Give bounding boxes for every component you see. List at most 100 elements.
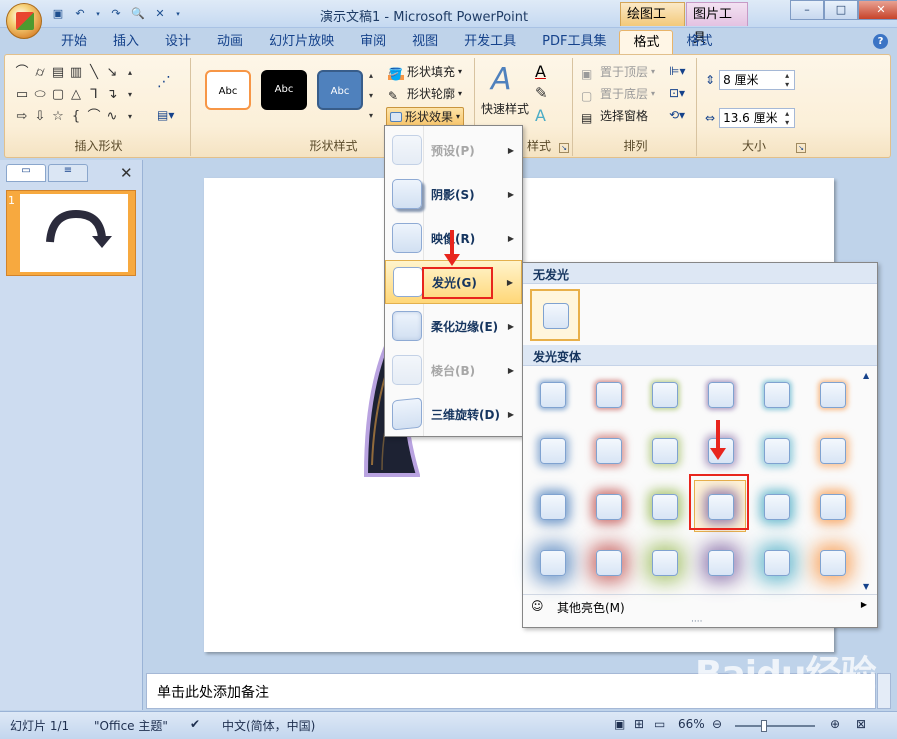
group-objects-icon[interactable]: ⊡▾ (669, 86, 685, 100)
slideshow-view-icon[interactable]: ▭ (654, 717, 665, 731)
style-preset-2[interactable]: Abc (261, 70, 307, 110)
glow-variant-option[interactable] (583, 537, 633, 587)
menu-item-shadow[interactable]: 阴影(S) ▶ (385, 172, 522, 216)
zoom-level[interactable]: 66% (678, 717, 705, 731)
text-outline-icon[interactable]: ✎ (535, 84, 548, 102)
normal-view-icon[interactable]: ▣ (614, 717, 625, 731)
bring-to-front-button[interactable]: ▣ 置于顶层 ▾ (581, 62, 655, 82)
glow-variant-option[interactable] (695, 537, 745, 587)
text-fill-icon[interactable]: A (535, 62, 546, 81)
zoom-slider[interactable] (725, 720, 825, 732)
zoom-out-icon[interactable]: ⊖ (712, 717, 722, 731)
save-icon[interactable]: ▣ (50, 6, 66, 22)
wave-shape-icon[interactable]: ∿ (103, 108, 121, 126)
curve-shape-icon[interactable]: ⌒ (85, 108, 103, 126)
glow-variant-option[interactable] (695, 369, 745, 419)
glow-variant-option[interactable] (751, 369, 801, 419)
rounded-rect-icon[interactable]: ▢ (49, 86, 67, 104)
zoom-slider-thumb[interactable] (761, 720, 767, 732)
align-icon[interactable]: ⊫▾ (669, 64, 685, 78)
textbox-icon[interactable]: ▤▾ (157, 108, 174, 122)
slides-tab-icon[interactable]: ▭ (6, 164, 46, 182)
glow-variant-option[interactable] (527, 425, 577, 475)
glow-variant-option[interactable] (583, 425, 633, 475)
tab-format-drawing[interactable]: 格式 (619, 30, 674, 54)
shape-effects-button[interactable]: 形状效果 ▾ (386, 107, 465, 127)
textbox-shape-icon[interactable]: ▤ (49, 64, 67, 82)
glow-variant-option[interactable] (527, 481, 577, 531)
close-button[interactable]: ✕ (858, 0, 897, 20)
height-input[interactable]: 8 厘米 (719, 70, 796, 90)
glow-variant-option[interactable] (807, 369, 857, 419)
customize-qat-icon[interactable]: ▾ (174, 6, 182, 22)
glow-variant-option[interactable] (639, 537, 689, 587)
wordart-a-icon[interactable]: A (491, 62, 512, 97)
undo-icon[interactable]: ↶ (72, 6, 88, 22)
minimize-button[interactable]: – (790, 0, 824, 20)
wordart-dialog-launcher-icon[interactable]: ↘ (559, 143, 569, 153)
undo-dropdown-icon[interactable]: ▾ (94, 6, 102, 22)
tab-slideshow[interactable]: 幻灯片放映 (256, 30, 347, 54)
elbow-connector-icon[interactable]: ⅂ (85, 86, 103, 104)
glow-variant-option[interactable] (807, 425, 857, 475)
tab-pdf-tools[interactable]: PDF工具集 (529, 30, 619, 54)
glow-variant-option[interactable] (583, 369, 633, 419)
arrow-line-icon[interactable]: ↘ (103, 64, 121, 82)
panel-close-icon[interactable]: ✕ (120, 164, 133, 182)
menu-item-soft-edges[interactable]: 柔化边缘(E) ▶ (385, 304, 522, 348)
shape-outline-button[interactable]: ✎ 形状轮廓 ▾ (388, 84, 462, 104)
glow-variant-option[interactable] (639, 369, 689, 419)
tab-insert[interactable]: 插入 (100, 30, 152, 54)
zoom-in-icon[interactable]: ⊕ (830, 717, 840, 731)
gallery-scrollbar[interactable]: ▲ ▼ (860, 371, 876, 591)
glow-variant-option[interactable] (639, 481, 689, 531)
style-preset-3[interactable]: Abc (317, 70, 363, 110)
quick-styles-button[interactable]: 快速样式 (481, 100, 529, 117)
glow-variant-option[interactable] (751, 425, 801, 475)
can-shape-icon[interactable]: ⌭ (31, 64, 49, 82)
scroll-up-icon[interactable]: ▲ (863, 371, 869, 380)
fit-to-window-icon[interactable]: ⊠ (856, 717, 866, 731)
gallery-down-icon[interactable]: ▾ (121, 86, 139, 104)
help-icon[interactable]: ? (873, 34, 888, 49)
menu-item-bevel[interactable]: 棱台(B) ▶ (385, 348, 522, 392)
vertical-textbox-icon[interactable]: ▥ (67, 64, 85, 82)
scroll-down-icon[interactable]: ▼ (863, 582, 869, 591)
menu-item-preset[interactable]: 预设(P) ▶ (385, 128, 522, 172)
freeform-shape-icon[interactable]: ⌒ (13, 64, 31, 82)
glow-variant-option[interactable] (527, 369, 577, 419)
tab-review[interactable]: 审阅 (347, 30, 399, 54)
glow-variant-option[interactable] (807, 481, 857, 531)
tab-animations[interactable]: 动画 (204, 30, 256, 54)
glow-variant-option[interactable] (639, 425, 689, 475)
outline-tab-icon[interactable]: ≡ (48, 164, 88, 182)
style-gallery-scroll-icon[interactable]: ▴ ▾ ▾ (369, 66, 373, 126)
notes-scrollbar[interactable] (877, 673, 891, 709)
glow-variant-option[interactable] (527, 537, 577, 587)
edit-shape-icon[interactable]: ⋰ (157, 74, 171, 90)
resize-grip-icon[interactable]: ···· (691, 617, 702, 627)
gallery-more-icon[interactable]: ▾ (121, 108, 139, 126)
line-shape-icon[interactable]: ╲ (85, 64, 103, 82)
right-arrow-shape-icon[interactable]: ⇨ (13, 108, 31, 126)
print-preview-icon[interactable]: 🔍 (130, 6, 146, 22)
office-button[interactable] (6, 3, 42, 39)
selection-pane-button[interactable]: ▤ 选择窗格 (581, 106, 648, 126)
oval-shape-icon[interactable]: ⬭ (31, 86, 49, 104)
rotate-icon[interactable]: ⟲▾ (669, 108, 685, 122)
glow-variant-option[interactable] (751, 537, 801, 587)
star-shape-icon[interactable]: ☆ (49, 108, 67, 126)
maximize-button[interactable]: □ (824, 0, 858, 20)
more-glow-colors-item[interactable]: ☺ 其他亮色(M) ▶ (523, 594, 877, 618)
down-arrow-shape-icon[interactable]: ⇩ (31, 108, 49, 126)
tab-view[interactable]: 视图 (399, 30, 451, 54)
brace-shape-icon[interactable]: { (67, 108, 85, 126)
width-input[interactable]: 13.6 厘米 (719, 108, 796, 128)
tab-format-picture[interactable]: 格式 (673, 30, 725, 54)
shape-fill-button[interactable]: 🪣 形状填充 ▾ (388, 62, 462, 82)
glow-variant-option[interactable] (583, 481, 633, 531)
rectangle-shape-icon[interactable]: ▭ (13, 86, 31, 104)
slide-sorter-icon[interactable]: ⊞ (634, 717, 644, 731)
no-glow-option[interactable] (530, 289, 580, 341)
spellcheck-icon[interactable]: ✔ (190, 717, 200, 731)
